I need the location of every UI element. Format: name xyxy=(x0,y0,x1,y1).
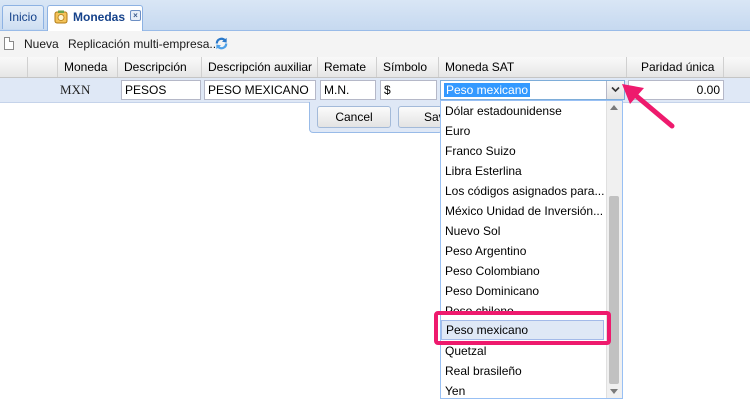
toolbar: Nueva Replicación multi-empresa... xyxy=(0,31,750,58)
header-spacer xyxy=(0,57,28,77)
close-icon[interactable]: × xyxy=(130,10,141,21)
cancel-button[interactable]: Cancel xyxy=(317,106,391,128)
dropdown-option[interactable]: Franco Suizo xyxy=(445,141,516,161)
dropdown-option[interactable]: Yen xyxy=(445,381,465,398)
column-header-descripcion[interactable]: Descripción xyxy=(118,57,202,77)
column-header-remate[interactable]: Remate xyxy=(318,57,377,77)
dropdown-option[interactable]: México Unidad de Inversión... xyxy=(445,201,603,221)
dropdown-option[interactable]: Los códigos asignados para... xyxy=(445,181,604,201)
column-header-simbolo[interactable]: Símbolo xyxy=(377,57,439,77)
scroll-down-arrow-icon[interactable] xyxy=(610,389,618,394)
row-editor-buttons: Cancel Sav xyxy=(309,102,443,133)
dropdown-option[interactable]: Peso Argentino xyxy=(445,241,526,261)
dropdown-option[interactable]: Dólar estadounidense xyxy=(445,101,562,121)
dropdown-option[interactable]: Real brasileño xyxy=(445,361,522,381)
tab-monedas[interactable]: Monedas × xyxy=(47,5,143,31)
tab-inicio-label: Inicio xyxy=(8,10,37,24)
column-header-descripcion-auxiliar[interactable]: Descripción auxiliar xyxy=(202,57,318,77)
descripcion-auxiliar-input[interactable] xyxy=(204,80,316,100)
moneda-sat-value: Peso mexicano xyxy=(444,83,531,97)
chevron-down-icon xyxy=(611,86,620,93)
new-button-label: Nueva xyxy=(24,37,59,51)
column-header-paridad-unica[interactable]: Paridad única xyxy=(627,57,724,77)
moneda-sat-dropdown[interactable]: Dólar estadounidense Euro Franco Suizo L… xyxy=(440,100,623,399)
save-button[interactable]: Sav xyxy=(398,106,442,128)
column-header-moneda-sat[interactable]: Moneda SAT xyxy=(439,57,627,77)
scroll-up-arrow-icon[interactable] xyxy=(610,105,618,110)
remate-input[interactable] xyxy=(320,80,376,100)
refresh-icon xyxy=(215,37,228,50)
currency-bag-icon xyxy=(54,10,68,24)
dropdown-scrollbar[interactable] xyxy=(606,101,622,398)
header-spacer-2 xyxy=(28,57,58,77)
tab-monedas-label: Monedas xyxy=(73,10,126,24)
dropdown-option[interactable]: Libra Esterlina xyxy=(445,161,522,181)
simbolo-input[interactable] xyxy=(380,80,437,100)
dropdown-option[interactable]: Peso Colombiano xyxy=(445,261,540,281)
annotation-highlight-box xyxy=(434,311,611,345)
replicate-button[interactable]: Replicación multi-empresa... xyxy=(68,31,219,57)
cell-moneda: MXN xyxy=(60,82,91,97)
dropdown-option[interactable]: Peso Dominicano xyxy=(445,281,539,301)
grid-header: Moneda Descripción Descripción auxiliar … xyxy=(0,57,750,78)
annotation-arrow-icon xyxy=(622,84,675,129)
dropdown-option[interactable]: Euro xyxy=(445,121,470,141)
dropdown-option[interactable]: Nuevo Sol xyxy=(445,221,500,241)
document-icon xyxy=(4,37,14,50)
descripcion-input[interactable] xyxy=(121,80,201,100)
tab-inicio[interactable]: Inicio xyxy=(2,5,44,29)
moneda-sat-combo[interactable]: Peso mexicano xyxy=(440,80,625,100)
tab-strip: Inicio Monedas × xyxy=(0,0,750,31)
scrollbar-thumb[interactable] xyxy=(609,196,619,384)
column-header-moneda[interactable]: Moneda xyxy=(58,57,118,77)
replicate-button-label: Replicación multi-empresa... xyxy=(68,37,220,51)
